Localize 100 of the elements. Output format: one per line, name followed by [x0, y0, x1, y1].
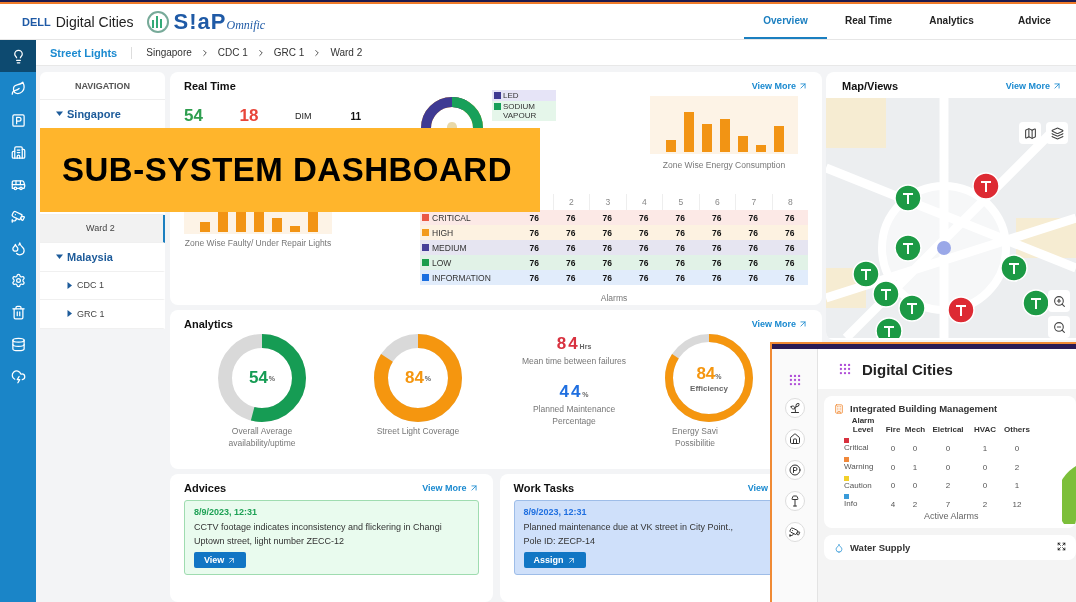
table-cell-text: 0	[944, 462, 952, 472]
table-cell: 76	[698, 225, 735, 240]
table-cell: 76	[516, 240, 553, 255]
logo-subtitle: Omnific	[226, 18, 266, 33]
tree-label: Ward 2	[86, 223, 115, 234]
breadcrumb-link[interactable]: Singapore	[146, 47, 192, 58]
legend-label: SODIUM VAPOUR	[503, 102, 538, 120]
breadcrumb-link[interactable]: GRC 1	[273, 47, 305, 58]
table-cell-text: 2	[1013, 462, 1021, 472]
nav-button[interactable]	[784, 398, 805, 418]
table-cell: 76	[698, 255, 735, 270]
table-cell-text: 0	[889, 443, 897, 453]
gauge-caption: Energy Savi Possibilitie	[671, 426, 719, 450]
sidebar-button[interactable]	[0, 40, 36, 72]
gauge-caption: Overall Average availability/uptime	[227, 426, 297, 450]
stat-value: 18	[239, 106, 260, 126]
card-title: Advices	[184, 482, 227, 494]
action-button[interactable]: View	[194, 552, 247, 568]
arrow-icon	[1052, 81, 1062, 91]
level-name: LOW	[432, 257, 452, 268]
table-cell: 76	[735, 210, 772, 225]
gauge-arc-drawing	[1062, 466, 1076, 526]
table-cell: 76	[625, 210, 662, 225]
table-cell-text: 2	[981, 500, 989, 510]
nav-tab[interactable]: Advice	[993, 4, 1076, 39]
table-cell-text: 0	[981, 481, 989, 491]
tree-item[interactable]: Ward 2	[40, 214, 165, 243]
house-icon	[788, 433, 801, 445]
column-header: Fire	[884, 425, 902, 434]
table-cell-text: 0	[981, 462, 989, 472]
stat-value: 11	[350, 110, 363, 122]
level-name: CRITICAL	[432, 212, 471, 223]
table-cell: 76	[698, 270, 735, 285]
breadcrumb-link[interactable]: CDC 1	[217, 47, 248, 58]
table-cell: 76	[552, 225, 589, 240]
action-button[interactable]: Assign	[523, 552, 586, 568]
stat-value: 54	[184, 106, 204, 126]
card-title: Water Supply	[850, 542, 911, 554]
nav-button[interactable]	[784, 460, 805, 480]
notice-text: CCTV footage indicates inconsistency and flickering in Changi Uptown street, light number ZECC-12	[194, 521, 443, 548]
level-name: Warning	[844, 462, 875, 472]
view-more-link[interactable]: View More	[751, 319, 808, 329]
card-title: Work Tasks	[513, 482, 575, 494]
parking-icon	[10, 112, 26, 128]
zoom-in-icon	[1052, 294, 1066, 308]
nav-button[interactable]	[784, 429, 805, 449]
nav-button[interactable]	[784, 491, 805, 511]
column-header: Eletrical	[931, 425, 965, 434]
level-name: Caution	[844, 481, 873, 491]
view-more-link[interactable]: View	[747, 483, 768, 493]
map-icon	[1023, 126, 1037, 140]
apps-grid-icon[interactable]	[787, 373, 802, 387]
table-cell-text: 0	[889, 462, 897, 472]
table-cell: 76	[625, 240, 662, 255]
table-cell: 76	[625, 255, 662, 270]
table-cell: 76	[589, 240, 626, 255]
view-more-link[interactable]: View More	[1005, 81, 1062, 91]
nav-tab[interactable]: Real Time	[827, 4, 910, 39]
zoom-in-button[interactable]	[1048, 290, 1070, 312]
arrow-icon	[227, 555, 237, 565]
logo-icon	[145, 9, 170, 34]
nav-tab[interactable]: Analytics	[910, 4, 993, 39]
legend-label: LED	[503, 91, 519, 100]
expand-icon[interactable]	[1057, 542, 1066, 552]
stat-caption: Planned Maintenance Percentage	[531, 403, 617, 428]
view-more-link[interactable]: View More	[422, 483, 479, 493]
lamp-icon	[788, 495, 801, 507]
table-cell: 76	[589, 225, 626, 240]
inset-title: Digital Cities	[862, 360, 953, 378]
chart-caption: Zone Wise Faulty/ Under Repair Lights	[184, 238, 332, 250]
card-title: Map/Views	[842, 80, 899, 92]
card-title: Integrated Building Management	[850, 403, 998, 414]
table-cell: 76	[771, 225, 808, 240]
zoom-out-icon	[1052, 320, 1066, 334]
apps-grid-icon	[838, 362, 852, 376]
column-header: Others	[1003, 425, 1031, 434]
level-name: HIGH	[432, 227, 454, 238]
section-title: Street Lights	[50, 46, 133, 59]
table-cell-text: 7	[944, 500, 952, 510]
breadcrumb-link[interactable]: Ward 2	[330, 47, 363, 58]
table-cell: 76	[625, 270, 662, 285]
chart-caption: Zone Wise Energy Consumption	[662, 160, 786, 172]
view-more-link[interactable]: View More	[751, 81, 808, 91]
table-cell: 76	[516, 210, 553, 225]
table-cell: 76	[735, 225, 772, 240]
map-view-button[interactable]	[1019, 122, 1041, 144]
table-cell: 76	[662, 255, 699, 270]
arrow-icon	[566, 555, 576, 565]
arrow-icon	[798, 81, 808, 91]
tree-label: Malaysia	[67, 250, 113, 263]
cctv-icon	[788, 526, 801, 538]
layers-button[interactable]	[1046, 122, 1068, 144]
zoom-out-button[interactable]	[1048, 316, 1070, 338]
table-cell-text: 1	[981, 443, 989, 453]
timestamp: 8/9/2023, 12:31	[523, 507, 588, 517]
column-header: Alarm Level	[850, 416, 876, 434]
table-cell: 76	[552, 270, 589, 285]
water-icon	[10, 240, 26, 256]
nav-button[interactable]	[784, 522, 805, 542]
table-cell-text: 0	[911, 481, 919, 491]
